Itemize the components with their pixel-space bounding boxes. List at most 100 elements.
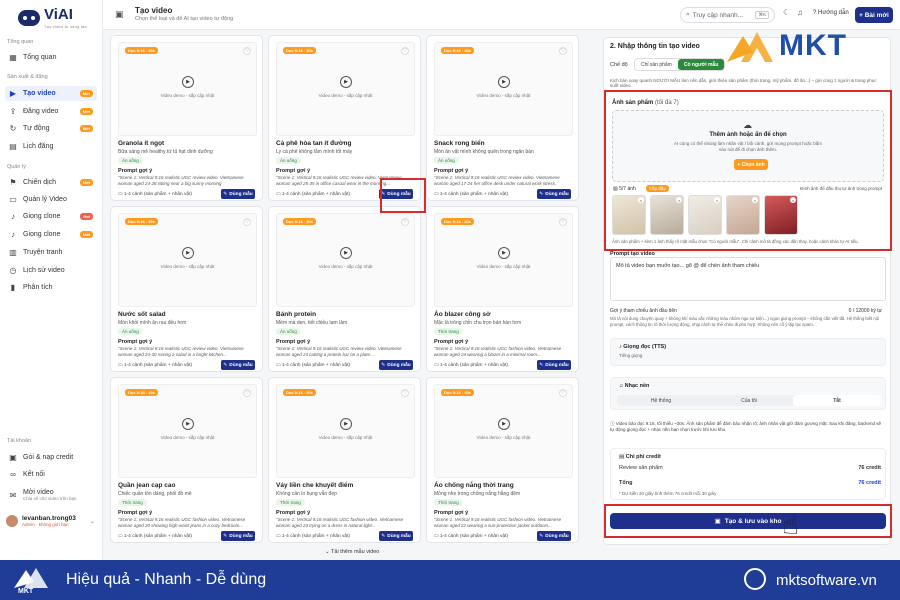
bell-icon[interactable]: ♫	[797, 8, 803, 17]
sidebar-item-auto[interactable]: ↻ Tự động Mới	[5, 121, 97, 136]
music-section: ♫ Nhạc nền Hệ thống Của tôi Tắt	[610, 377, 886, 410]
image-dropzone[interactable]: ☁ Thêm ảnh hoặc ấn để chọn AI cùng có th…	[612, 110, 884, 182]
load-more-button[interactable]: ⌄ Tải thêm mẫu video	[325, 549, 379, 555]
video-thumbnail[interactable]: Dọc 9:16 · 30s ♡ ▶ Video demo - sắp cập nhậ…	[434, 213, 573, 307]
template-card[interactable]: Dọc 9:16 · 30s ♡ ▶ Video demo - sắp cập nhậ…	[110, 206, 263, 372]
play-icon[interactable]: ▶	[498, 418, 510, 430]
use-template-button[interactable]: ✎ Dùng mẫu	[537, 360, 571, 370]
sidebar-item-post-video[interactable]: ⇪ Đăng video Mới	[5, 104, 97, 119]
template-card[interactable]: Dọc 9:16 · 30s ♡ ▶ Video demo - sắp cập nhậ…	[268, 377, 421, 543]
music-toggle[interactable]: Hệ thống Của tôi Tắt	[617, 395, 881, 406]
sidebar-item-credit[interactable]: ▣ Gói & nạp credit	[5, 450, 97, 465]
video-thumbnail[interactable]: Dọc 9:16 · 30s ♡ ▶ Video demo - sắp cập nhậ…	[276, 384, 415, 478]
website[interactable]: mktsoftware.vn	[776, 572, 877, 589]
mode-product-only[interactable]: Chỉ sản phẩm	[635, 59, 678, 70]
favorite-icon[interactable]: ♡	[401, 47, 409, 55]
video-thumbnail[interactable]: Dọc 9:16 · 30s ♡ ▶ Video demo - sắp cập nhậ…	[118, 384, 257, 478]
image-count-hint: Đính ảnh để đầu thu tự ảnh trong prompt	[800, 186, 882, 191]
video-thumbnail[interactable]: Dọc 9:16 · 30s ♡ ▶ Video demo - sắp cập nhậ…	[276, 42, 415, 136]
video-thumbnail[interactable]: Dọc 9:16 · 30s ♡ ▶ Video demo - sắp cập nhậ…	[434, 42, 573, 136]
video-thumbnail[interactable]: Dọc 9:16 · 30s ♡ ▶ Video demo - sắp cập nhậ…	[434, 384, 573, 478]
play-icon[interactable]: ▶	[340, 418, 352, 430]
sidebar-item-history[interactable]: ◷ Lịch sử video	[5, 263, 97, 278]
template-card[interactable]: Dọc 9:16 · 30s ♡ ▶ Video demo - sắp cập nhậ…	[426, 206, 579, 372]
app-logo[interactable]: ViAI Tạo video AI sáng tạo	[18, 6, 87, 29]
close-icon[interactable]: ×	[676, 197, 682, 203]
chevron-down-icon[interactable]: ⌄	[90, 518, 95, 525]
play-icon[interactable]: ▶	[182, 247, 194, 259]
create-button-highlight: ▣ Tạo & lưu vào kho	[604, 504, 892, 538]
sidebar-item-create-video[interactable]: ▶ Tạo video Mới	[5, 86, 97, 101]
sidebar-item-connect[interactable]: ∞ Kết nối	[5, 467, 97, 482]
use-template-button[interactable]: ✎ Dùng mẫu	[221, 531, 255, 541]
template-card[interactable]: Dọc 9:16 · 30s ♡ ▶ Video demo - sắp cập nhậ…	[268, 206, 421, 372]
favorite-icon[interactable]: ♡	[243, 47, 251, 55]
use-template-button[interactable]: ✎ Dùng mẫu	[379, 360, 413, 370]
sidebar-item-manage-video[interactable]: ▭ Quản lý Video	[5, 192, 97, 207]
music-system[interactable]: Hệ thống	[617, 395, 705, 406]
close-icon[interactable]: ×	[714, 197, 720, 203]
use-template-button[interactable]: ✎ Dùng mẫu	[379, 531, 413, 541]
template-card[interactable]: Dọc 9:16 · 30s ♡ ▶ Video demo - sắp cập nhậ…	[426, 377, 579, 543]
choose-image-button[interactable]: + Chọn ảnh	[734, 159, 768, 170]
mode-toggle[interactable]: Chỉ sản phẩm Có người mẫu	[634, 58, 726, 71]
music-mine[interactable]: Của tôi	[705, 395, 793, 406]
voice-section[interactable]: ♪ Giọng đọc (TTS) Tiếng giọng	[610, 338, 886, 366]
ratio-badge: Dọc 9:16 · 30s	[283, 47, 316, 54]
favorite-icon[interactable]: ♡	[559, 389, 567, 397]
user-profile[interactable]: levanban.trong03 Admin · không giới hạn ⌄	[6, 515, 95, 527]
template-card[interactable]: Dọc 9:16 · 30s ♡ ▶ Video demo - sắp cập nhậ…	[268, 35, 421, 201]
use-template-button[interactable]: ✎ Dùng mẫu	[537, 531, 571, 541]
close-icon[interactable]: ×	[752, 197, 758, 203]
scene-count: ▭ 1-4 cảnh (sản phẩm + nhân vật)	[276, 534, 351, 539]
search-input[interactable]: ⌕ Truy cập nhanh... ⌘K	[680, 7, 775, 23]
use-template-button[interactable]: ✎ Dùng mẫu	[221, 189, 255, 199]
template-card[interactable]: Dọc 9:16 · 30s ♡ ▶ Video demo - sắp cập nhậ…	[110, 377, 263, 543]
video-thumbnail[interactable]: Dọc 9:16 · 30s ♡ ▶ Video demo - sắp cập nhậ…	[118, 42, 257, 136]
sidebar-item-campaign[interactable]: ⚑ Chiến dịch Mới	[5, 175, 97, 190]
close-icon[interactable]: ×	[790, 197, 796, 203]
video-thumbnail[interactable]: Dọc 9:16 · 30s ♡ ▶ Video demo - sắp cập nhậ…	[118, 213, 257, 307]
guide-link[interactable]: ? Hướng dẫn	[813, 10, 849, 16]
product-thumbnail[interactable]: ×	[650, 195, 684, 235]
play-icon[interactable]: ▶	[182, 418, 194, 430]
video-thumbnail[interactable]: Dọc 9:16 · 30s ♡ ▶ Video demo - sắp cập nhậ…	[276, 213, 415, 307]
moon-icon[interactable]: ☾	[783, 8, 790, 17]
product-thumbnail[interactable]: ×	[726, 195, 760, 235]
sidebar-item-analytics[interactable]: ▮ Phân tích	[5, 280, 97, 295]
favorite-icon[interactable]: ♡	[243, 389, 251, 397]
favorite-icon[interactable]: ♡	[401, 218, 409, 226]
music-off[interactable]: Tắt	[793, 395, 881, 406]
close-icon[interactable]: ×	[638, 197, 644, 203]
new-post-button[interactable]: + Bài mới	[855, 7, 893, 23]
sidebar-item-schedule[interactable]: ▤ Lịch đăng	[5, 139, 97, 154]
prompt-textarea[interactable]: Mô tả video bạn muốn tạo... gõ @ để chèn…	[610, 257, 886, 301]
favorite-icon[interactable]: ♡	[559, 47, 567, 55]
template-card[interactable]: Dọc 9:16 · 30s ♡ ▶ Video demo - sắp cập nhậ…	[110, 35, 263, 201]
sidebar-item-overview[interactable]: ▦ Tổng quan	[5, 50, 97, 65]
sidebar-item-comics[interactable]: ▥ Truyện tranh	[5, 245, 97, 260]
play-icon[interactable]: ▶	[182, 76, 194, 88]
mode-with-model[interactable]: Có người mẫu	[677, 59, 725, 70]
play-icon[interactable]: ▶	[498, 76, 510, 88]
product-thumbnail[interactable]: ×	[612, 195, 646, 235]
sidebar-toggle-icon[interactable]: ▣	[115, 9, 124, 20]
use-template-button[interactable]: ✎ Dùng mẫu	[221, 360, 255, 370]
create-and-save-button[interactable]: ▣ Tạo & lưu vào kho	[610, 513, 886, 529]
logo-text: ViAI	[44, 6, 73, 23]
sidebar-item-voice-clone[interactable]: ♪ Giọng clone Hot	[5, 209, 97, 224]
template-card[interactable]: Dọc 9:16 · 30s ♡ ▶ Video demo - sắp cập nhậ…	[426, 35, 579, 201]
favorite-icon[interactable]: ♡	[559, 218, 567, 226]
sidebar-item-voice-clone-2[interactable]: ♪ Giọng clone Mới	[5, 227, 97, 242]
dropzone-title: Thêm ảnh hoặc ấn để chọn	[709, 132, 787, 138]
play-icon[interactable]: ▶	[340, 247, 352, 259]
play-icon[interactable]: ▶	[340, 76, 352, 88]
sidebar-item-invite[interactable]: ✉ Mời video Chia sẻ cho video trên bạn	[5, 485, 97, 505]
prompt-label: Prompt gợi ý	[118, 339, 153, 345]
use-template-button[interactable]: ✎ Dùng mẫu	[537, 189, 571, 199]
product-thumbnail[interactable]: ×	[688, 195, 722, 235]
play-icon[interactable]: ▶	[498, 247, 510, 259]
favorite-icon[interactable]: ♡	[243, 218, 251, 226]
favorite-icon[interactable]: ♡	[401, 389, 409, 397]
product-thumbnail[interactable]: ×	[764, 195, 798, 235]
